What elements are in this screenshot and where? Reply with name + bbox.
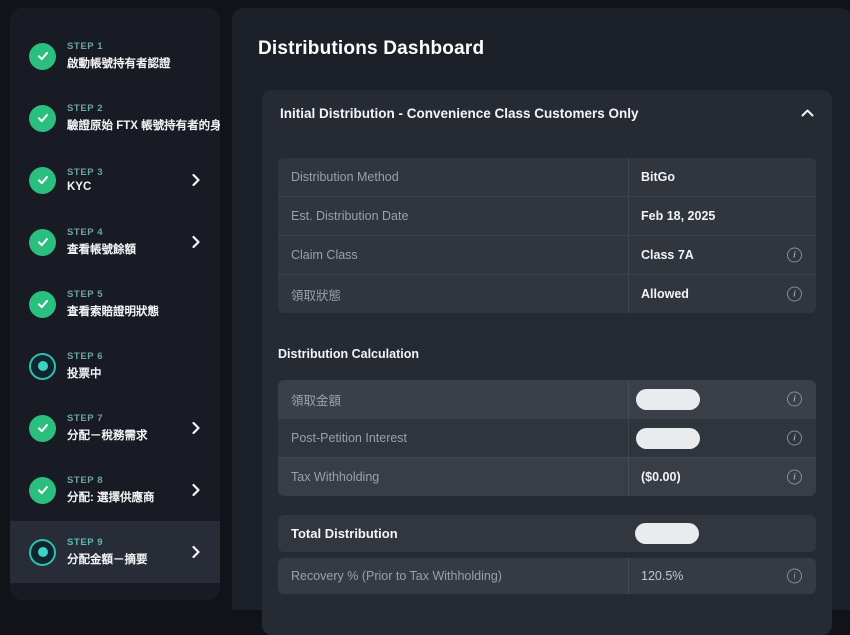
row-value: i — [628, 419, 816, 457]
row-label: Tax Withholding — [278, 458, 628, 496]
step-label: STEP 1 — [67, 41, 171, 52]
chevron-right-icon — [192, 546, 201, 559]
main-panel: Distributions Dashboard Initial Distribu… — [232, 8, 850, 610]
recovery-percent-row: Recovery % (Prior to Tax Withholding) 12… — [278, 558, 816, 594]
step-title: 分配金額－摘要 — [67, 551, 148, 567]
redacted-value-pill — [635, 523, 699, 544]
info-icon[interactable]: i — [787, 248, 802, 263]
row-label: Distribution Method — [278, 158, 628, 196]
row-label: Post-Petition Interest — [278, 419, 628, 457]
table-row: 領取狀態 Allowed i — [278, 274, 816, 313]
step-label: STEP 5 — [67, 289, 159, 300]
check-circle-icon — [29, 291, 56, 318]
table-row: Tax Withholding ($0.00) i — [278, 457, 816, 496]
check-circle-icon — [29, 105, 56, 132]
sidebar-step-8[interactable]: STEP 8 分配: 選擇供應商 — [10, 459, 220, 521]
row-label: 領取金額 — [278, 380, 628, 418]
row-value: Class 7A i — [628, 236, 816, 274]
redacted-value-pill — [636, 389, 700, 410]
total-distribution-row: Total Distribution — [278, 515, 816, 552]
calculation-heading: Distribution Calculation — [278, 347, 419, 361]
chevron-right-icon — [192, 422, 201, 435]
recovery-percent-label: Recovery % (Prior to Tax Withholding) — [278, 558, 628, 594]
info-icon[interactable]: i — [787, 569, 802, 584]
step-label: STEP 9 — [67, 537, 148, 548]
check-circle-icon — [29, 477, 56, 504]
row-label: 領取狀態 — [278, 275, 628, 313]
total-distribution-label: Total Distribution — [278, 515, 628, 552]
step-title: 投票中 — [67, 365, 103, 381]
table-row: Post-Petition Interest i — [278, 418, 816, 457]
accordion-title: Initial Distribution - Convenience Class… — [280, 106, 801, 121]
step-title: 啟動帳號持有者認證 — [67, 55, 171, 71]
step-title: 分配－稅務需求 — [67, 427, 148, 443]
info-icon[interactable]: i — [787, 287, 802, 302]
step-label: STEP 7 — [67, 413, 148, 424]
accordion-header[interactable]: Initial Distribution - Convenience Class… — [262, 90, 832, 136]
sidebar-step-3[interactable]: STEP 3 KYC — [10, 149, 220, 211]
check-circle-icon — [29, 43, 56, 70]
check-circle-icon — [29, 415, 56, 442]
table-row: 領取金額 i — [278, 380, 816, 418]
row-label: Claim Class — [278, 236, 628, 274]
chevron-right-icon — [192, 236, 201, 249]
step-label: STEP 3 — [67, 167, 103, 178]
step-title: KYC — [67, 181, 103, 193]
row-value-text: 120.5% — [641, 569, 683, 583]
sidebar-step-2[interactable]: STEP 2 驗證原始 FTX 帳號持有者的身份 — [10, 87, 220, 149]
row-value: ($0.00) i — [628, 458, 816, 496]
row-value-text: Allowed — [641, 287, 689, 301]
step-title: 分配: 選擇供應商 — [67, 489, 155, 505]
step-title: 驗證原始 FTX 帳號持有者的身份 — [67, 117, 202, 133]
chevron-up-icon — [801, 109, 814, 117]
row-value: Allowed i — [628, 275, 816, 313]
check-circle-icon — [29, 229, 56, 256]
chevron-right-icon — [192, 484, 201, 497]
step-label: STEP 6 — [67, 351, 103, 362]
info-icon[interactable]: i — [787, 431, 802, 446]
initial-distribution-accordion: Initial Distribution - Convenience Class… — [262, 90, 832, 635]
row-value-text: Class 7A — [641, 248, 694, 262]
sidebar-step-9[interactable]: STEP 9 分配金額－摘要 — [10, 521, 220, 583]
row-value: i — [628, 380, 816, 418]
in-progress-radio-icon — [29, 539, 56, 566]
sidebar-step-1[interactable]: STEP 1 啟動帳號持有者認證 — [10, 25, 220, 87]
check-circle-icon — [29, 167, 56, 194]
step-title: 查看索賠證明狀態 — [67, 303, 159, 319]
row-label: Est. Distribution Date — [278, 197, 628, 235]
table-row: Est. Distribution Date Feb 18, 2025 — [278, 196, 816, 235]
sidebar-step-6[interactable]: STEP 6 投票中 — [10, 335, 220, 397]
recovery-percent-value: 120.5% i — [628, 558, 816, 594]
sidebar-step-7[interactable]: STEP 7 分配－稅務需求 — [10, 397, 220, 459]
step-label: STEP 2 — [67, 103, 202, 114]
row-value: Feb 18, 2025 — [628, 197, 816, 235]
sidebar-step-4[interactable]: STEP 4 查看帳號餘額 — [10, 211, 220, 273]
info-icon[interactable]: i — [787, 470, 802, 485]
page-title: Distributions Dashboard — [258, 38, 484, 60]
redacted-value-pill — [636, 428, 700, 449]
table-row: Distribution Method BitGo — [278, 158, 816, 196]
row-value-text: ($0.00) — [641, 470, 681, 484]
info-icon[interactable]: i — [787, 392, 802, 407]
distribution-details-table: Distribution Method BitGo Est. Distribut… — [278, 158, 816, 313]
step-label: STEP 4 — [67, 227, 136, 238]
table-row: Claim Class Class 7A i — [278, 235, 816, 274]
step-title: 查看帳號餘額 — [67, 241, 136, 257]
row-value: BitGo — [628, 158, 816, 196]
total-distribution-value — [628, 515, 816, 552]
sidebar-step-5[interactable]: STEP 5 查看索賠證明狀態 — [10, 273, 220, 335]
steps-sidebar: STEP 1 啟動帳號持有者認證 STEP 2 驗證原始 FTX 帳號持有者的身… — [10, 8, 220, 600]
chevron-right-icon — [192, 174, 201, 187]
in-progress-radio-icon — [29, 353, 56, 380]
distribution-calculation-table: 領取金額 i Post-Petition Interest i Tax With… — [278, 380, 816, 496]
step-label: STEP 8 — [67, 475, 155, 486]
